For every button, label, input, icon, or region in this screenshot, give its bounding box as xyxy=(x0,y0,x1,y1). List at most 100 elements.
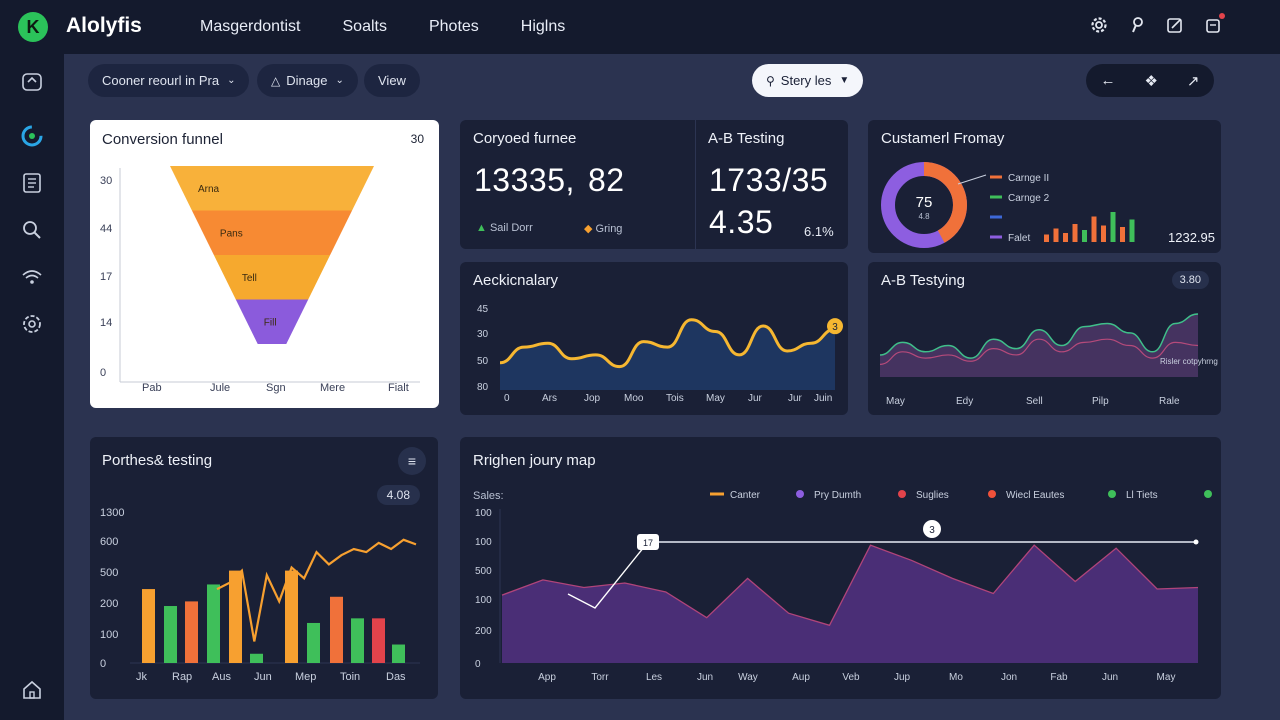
donut-sub: 4.8 xyxy=(918,212,930,221)
legend-1-icon: ▲ xyxy=(476,222,487,234)
reports-icon[interactable] xyxy=(20,171,44,195)
chevron-down-icon: ⌄ xyxy=(227,75,236,86)
legend-2-icon: ◆ xyxy=(584,223,593,235)
bar xyxy=(1072,224,1078,242)
filter-dropdown-2[interactable]: △ Dinage ⌄ xyxy=(257,64,358,97)
x-tick-label: Torr xyxy=(591,672,609,683)
nav-item-4[interactable]: Higlns xyxy=(521,18,565,36)
x-tick-label: Mep xyxy=(295,671,316,683)
lock-icon: △ xyxy=(271,73,281,88)
funnel-stage-label: Tell xyxy=(242,273,257,284)
settings-icon[interactable] xyxy=(20,312,44,336)
bar xyxy=(1120,227,1125,242)
bar xyxy=(1053,228,1059,242)
x-tick-label: Jun xyxy=(1102,672,1118,683)
home-icon[interactable] xyxy=(20,678,44,702)
y-tick-label: 100 xyxy=(475,508,492,519)
share-icon[interactable]: ❖ xyxy=(1144,72,1157,90)
funnel-stage-label: Fill xyxy=(264,318,277,329)
wifi-icon[interactable] xyxy=(20,265,44,289)
y-tick-label: 100 xyxy=(475,595,492,606)
x-tick-label: May xyxy=(1157,672,1176,683)
line-area xyxy=(500,319,835,390)
notification-dot xyxy=(1219,13,1225,19)
bar xyxy=(1044,234,1049,242)
bar xyxy=(392,644,405,663)
ab-title: A-B Testing xyxy=(708,130,785,147)
legend-label: Wiecl Eautes xyxy=(1006,490,1064,501)
bar xyxy=(1101,225,1106,242)
legend-label: Canter xyxy=(730,490,761,501)
top-bar: K Alolyfis Masgerdontist Soalts Photes H… xyxy=(0,0,1280,54)
filter-2-label: Dinage xyxy=(286,73,328,88)
x-tick-label: May xyxy=(886,396,905,407)
conversion-funnel-card: Conversion funnel 30 30 44 17 14 0 Pab Jule Sgn… xyxy=(90,120,439,408)
bar xyxy=(1091,216,1097,242)
x-tick-label: Aup xyxy=(792,672,810,683)
view-button[interactable]: View xyxy=(364,64,420,97)
divider xyxy=(695,120,696,249)
y-tick-label: 0 xyxy=(475,659,481,670)
x-tick-label: Toin xyxy=(340,671,360,683)
x-tick-label: Sell xyxy=(1026,396,1043,407)
x-tick-label: Jup xyxy=(894,672,911,683)
chevron-down-icon: ▼ xyxy=(839,75,850,86)
x-tick-label: Fialt xyxy=(388,382,409,394)
dashboard-icon[interactable] xyxy=(20,124,44,148)
bar xyxy=(1129,219,1135,242)
nav-item-3[interactable]: Photes xyxy=(429,18,479,36)
x-tick-label: Jule xyxy=(210,382,230,394)
inbox-icon[interactable] xyxy=(20,70,44,94)
story-label: Stery les xyxy=(780,73,832,88)
x-tick-label: Aus xyxy=(212,671,231,683)
target-end-dot xyxy=(1193,539,1199,545)
x-tick-label: 0 xyxy=(504,393,510,404)
gear-icon[interactable] xyxy=(1090,16,1108,34)
nav-item-1[interactable]: Masgerdontist xyxy=(200,18,301,36)
search-icon[interactable] xyxy=(20,218,44,242)
bar xyxy=(372,618,385,663)
nav-item-2[interactable]: Soalts xyxy=(343,18,387,36)
legend-label: Carnge 2 xyxy=(1008,193,1050,204)
y-tick-label: 17 xyxy=(100,271,112,283)
funnel-stage-label: Arna xyxy=(198,184,220,195)
bar xyxy=(207,584,220,663)
series-area xyxy=(502,545,1198,663)
x-tick-label: Jop xyxy=(584,393,601,404)
callout-line xyxy=(957,174,987,185)
y-tick-label: 30 xyxy=(477,329,489,340)
y-tick-label: 200 xyxy=(475,626,492,637)
y-tick-label: 0 xyxy=(100,367,106,379)
legend-1: ▲ Sail Dorr xyxy=(476,222,533,234)
top-nav: Masgerdontist Soalts Photes Higlns xyxy=(200,18,607,36)
edit-icon[interactable] xyxy=(1166,16,1184,34)
forward-icon[interactable]: ↗ xyxy=(1187,72,1200,90)
legend-swatch xyxy=(1108,490,1116,498)
x-tick-label: Jon xyxy=(1001,672,1017,683)
ab-value-1: 1733/35 xyxy=(709,162,829,198)
legend-swatch xyxy=(988,490,996,498)
x-tick-label: Fab xyxy=(1050,672,1068,683)
notifications-icon[interactable] xyxy=(1204,13,1225,34)
x-tick-label: Mo xyxy=(949,672,963,683)
pin-icon[interactable] xyxy=(1128,16,1146,34)
y-tick-label: 30 xyxy=(100,175,112,187)
x-tick-label: Tois xyxy=(666,393,684,404)
search-icon: ⚲ xyxy=(766,73,775,88)
x-tick-label: Rale xyxy=(1159,396,1180,407)
filter-dropdown-1[interactable]: Cooner reourl in Pra ⌄ xyxy=(88,64,250,97)
bar xyxy=(307,622,320,663)
ab-percent: 6.1% xyxy=(804,224,834,239)
story-dropdown[interactable]: ⚲ Stery les ▼ xyxy=(752,64,864,97)
logo-icon[interactable]: K xyxy=(18,12,48,42)
bar xyxy=(185,601,198,663)
top-icons xyxy=(1090,13,1225,34)
y-tick-label: 14 xyxy=(100,317,112,329)
y-tick-label: 500 xyxy=(100,567,118,579)
legend-swatch xyxy=(898,490,906,498)
summary-card: Coryoed furnee 13335, 82 ▲ Sail Dorr ◆ G… xyxy=(460,120,848,249)
porthes-testing-card: Porthes& testing ≡ 4.08 1300 600 500 200 100… xyxy=(90,437,438,699)
bar xyxy=(351,618,364,663)
pin-2-label: 3 xyxy=(929,525,935,536)
back-arrow-icon[interactable]: ← xyxy=(1100,72,1115,89)
